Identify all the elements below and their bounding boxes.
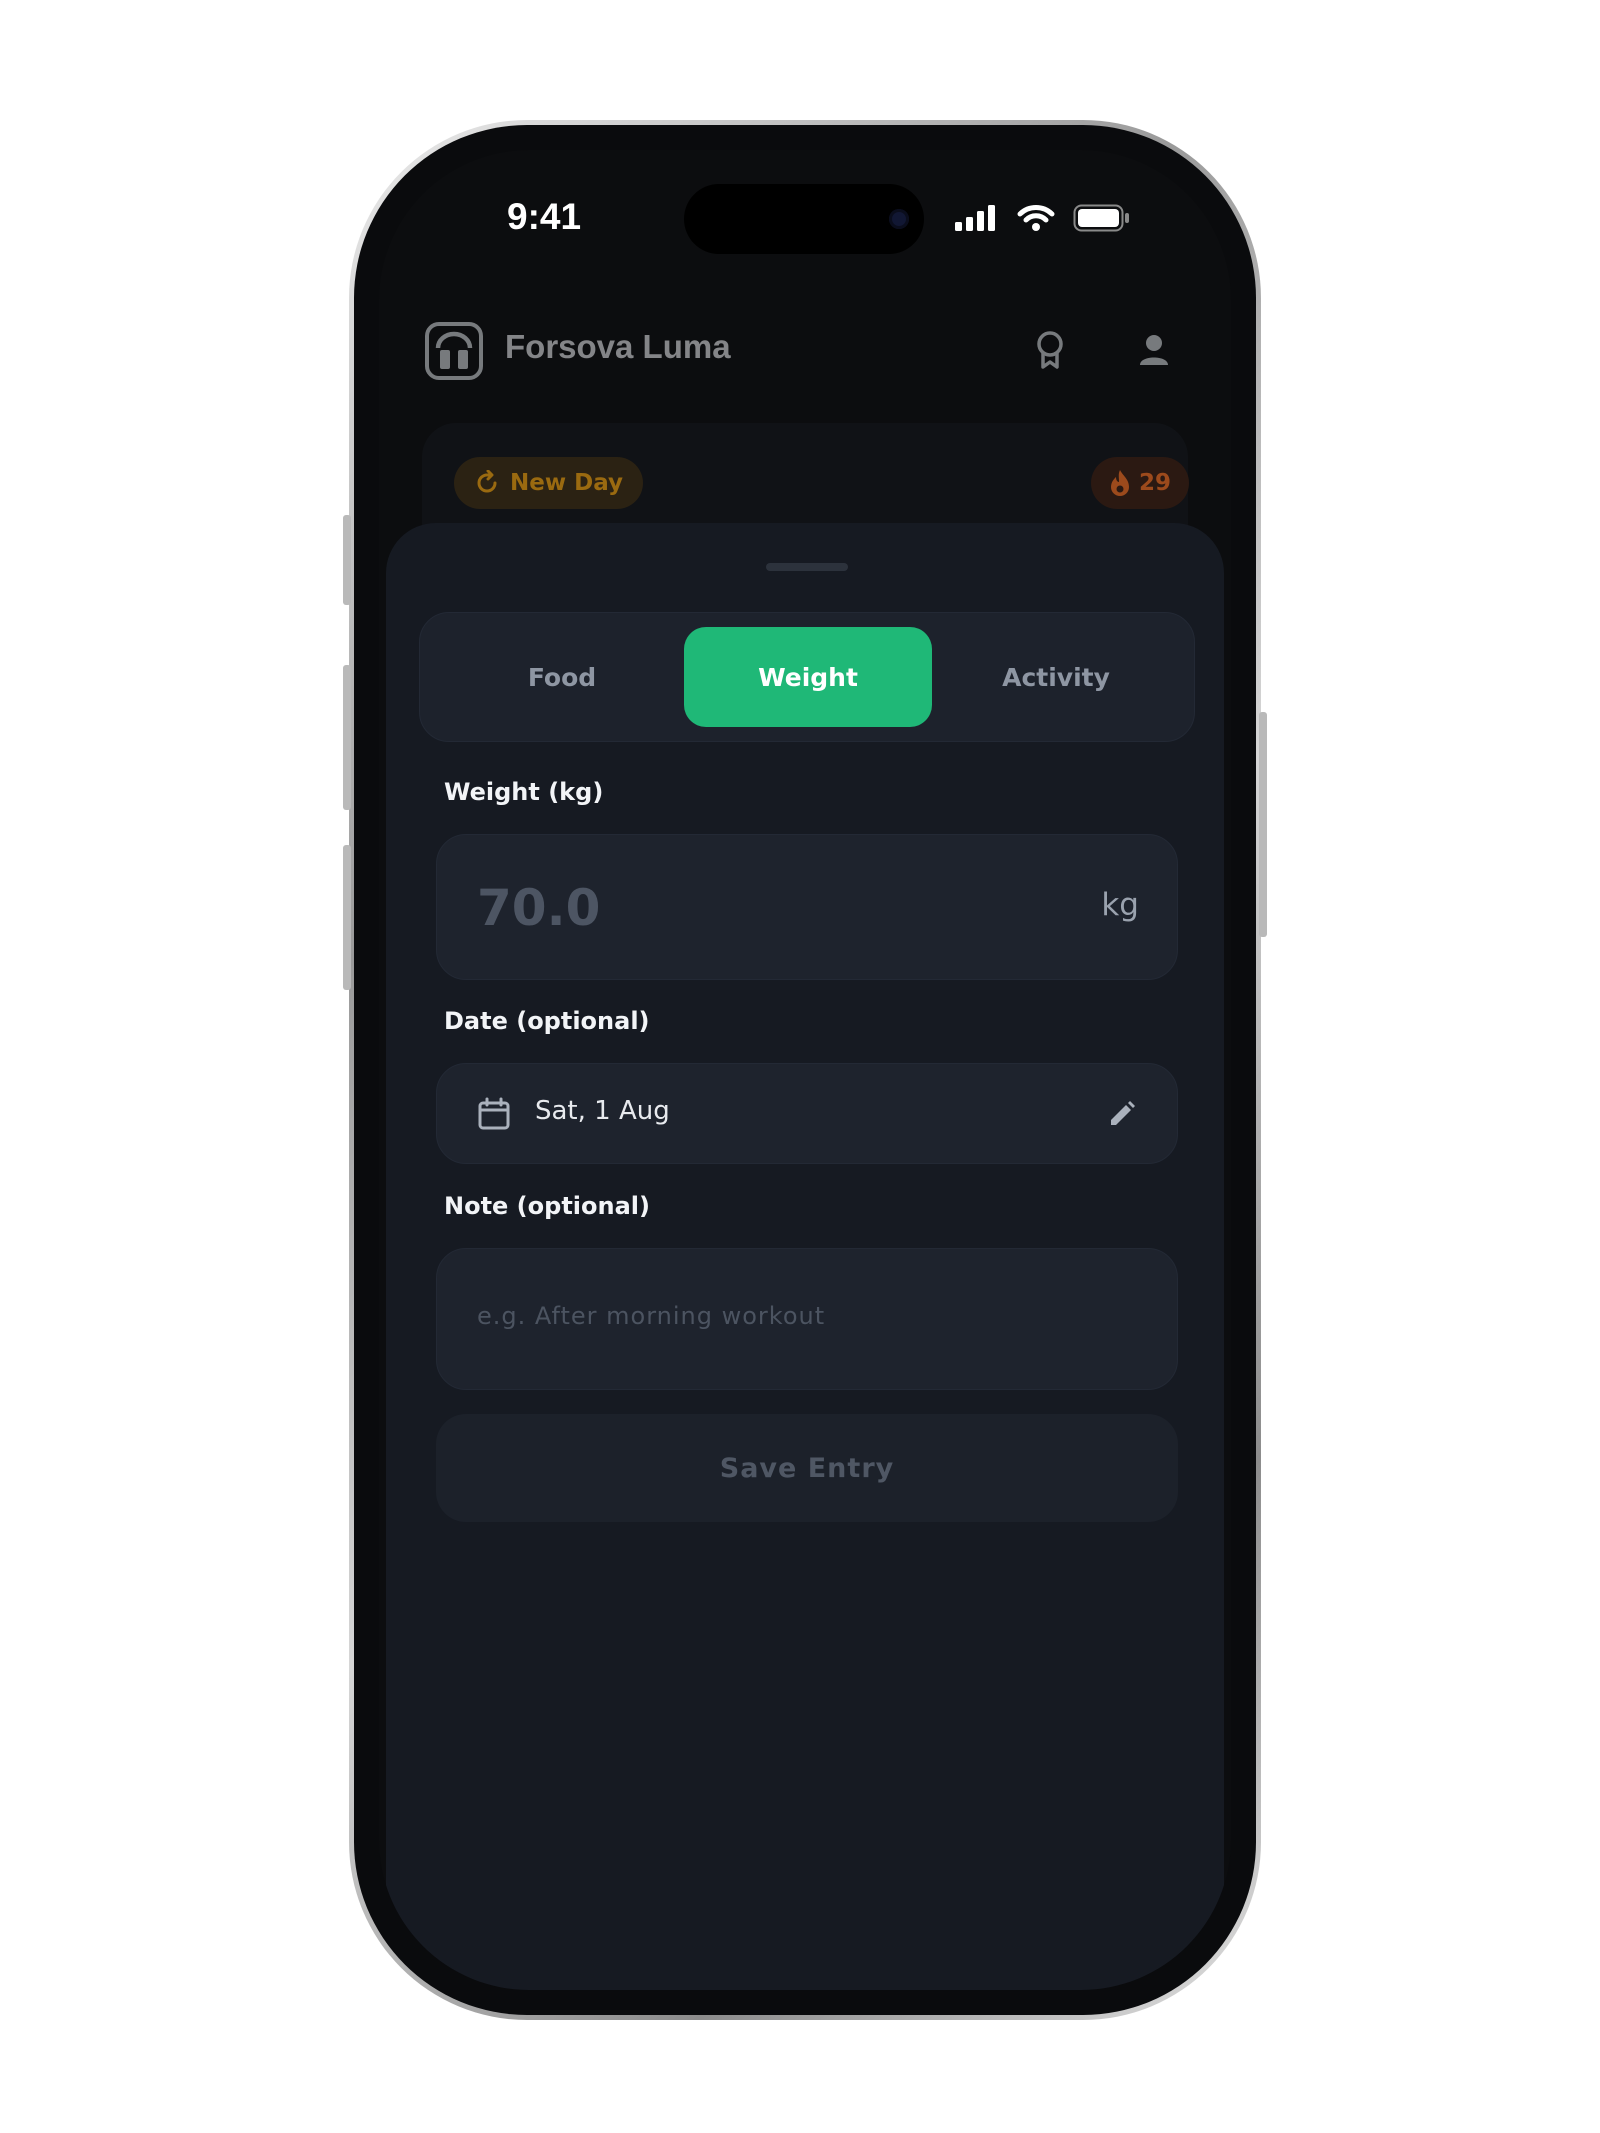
- wifi-icon: [1017, 205, 1055, 231]
- date-value: Sat, 1 Aug: [535, 1096, 670, 1126]
- status-icons: [955, 204, 1131, 232]
- weight-unit: kg: [1101, 887, 1139, 923]
- app-logo-icon: [425, 322, 483, 380]
- new-day-label: New Day: [510, 470, 624, 496]
- tab-weight[interactable]: Weight: [684, 627, 932, 727]
- new-day-chip[interactable]: New Day: [454, 457, 644, 509]
- award-icon[interactable]: [1035, 330, 1065, 370]
- note-field: [436, 1248, 1178, 1390]
- status-time: 9:41: [507, 196, 582, 237]
- date-field[interactable]: Sat, 1 Aug: [436, 1063, 1178, 1164]
- volume-up-button: [343, 665, 351, 810]
- tab-activity[interactable]: Activity: [932, 627, 1180, 727]
- profile-icon[interactable]: [1139, 334, 1169, 366]
- streak-chip[interactable]: 29: [1090, 457, 1189, 509]
- save-entry-button[interactable]: Save Entry: [436, 1414, 1178, 1522]
- weight-input[interactable]: [475, 857, 1039, 959]
- app-header: Forsova Luma: [379, 300, 1231, 400]
- battery-icon: [1073, 204, 1129, 232]
- signal-icon: [955, 205, 995, 231]
- log-entry-sheet: Food Weight Activity Weight (kg) kg Date…: [386, 523, 1224, 1990]
- streak-count: 29: [1138, 470, 1171, 496]
- dynamic-island: [684, 184, 924, 254]
- entry-type-tabs: Food Weight Activity: [419, 612, 1195, 742]
- note-label: Note (optional): [444, 1192, 650, 1220]
- calendar-icon: [478, 1097, 510, 1130]
- camera-icon: [889, 209, 909, 229]
- pencil-icon[interactable]: [1107, 1099, 1137, 1129]
- sheet-grabber[interactable]: [766, 563, 848, 571]
- status-bar: 9:41: [379, 150, 1231, 270]
- tab-food[interactable]: Food: [438, 627, 686, 727]
- weight-field: kg: [436, 834, 1178, 980]
- flame-icon: [1110, 470, 1129, 496]
- power-button: [1259, 712, 1267, 937]
- note-input[interactable]: [475, 1285, 1139, 1347]
- date-label: Date (optional): [444, 1007, 650, 1035]
- app-title: Forsova Luma: [505, 328, 731, 365]
- refresh-icon: [477, 470, 497, 493]
- volume-down-button: [343, 845, 351, 990]
- phone-screen: 9:41 Forsova Luma New Day 29 Food Weight…: [379, 150, 1231, 1990]
- action-button: [343, 515, 351, 605]
- weight-label: Weight (kg): [444, 778, 604, 806]
